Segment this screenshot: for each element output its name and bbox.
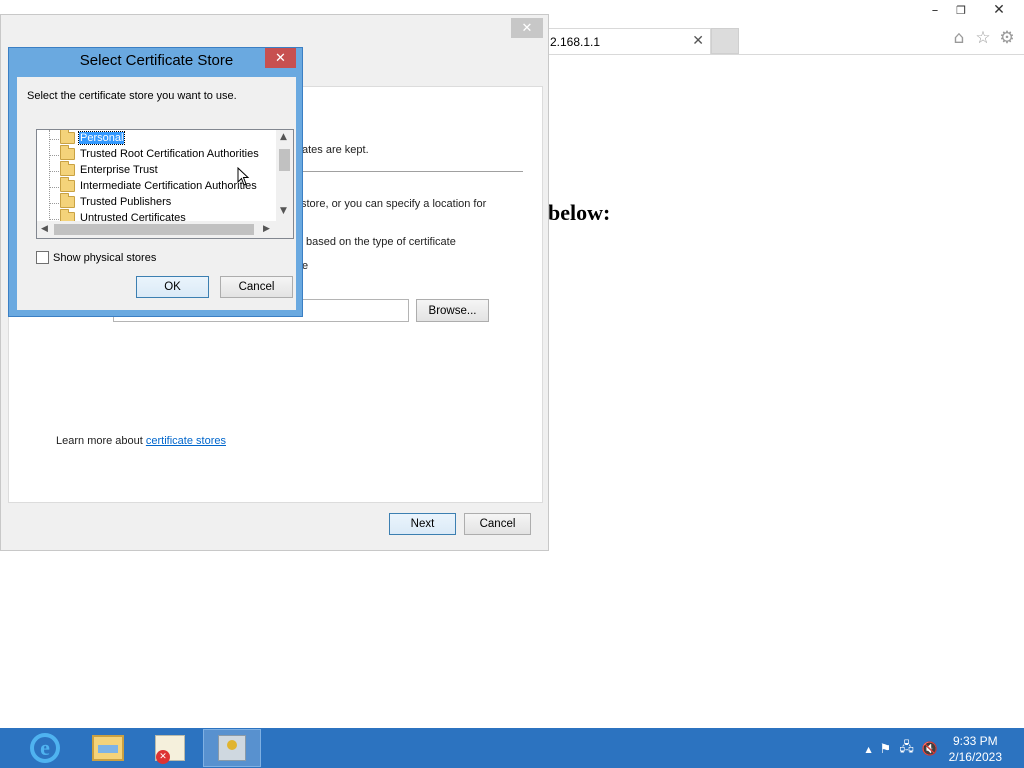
scroll-up-icon[interactable]: ▲: [280, 132, 287, 142]
dialog-body: Select the certificate store you want to…: [17, 77, 296, 310]
certificate-wizard-icon: [218, 735, 246, 761]
folder-icon: [60, 193, 75, 208]
certificate-store-tree[interactable]: Personal Trusted Root Certification Auth…: [36, 129, 294, 239]
folder-icon: [60, 145, 75, 160]
store-item-personal[interactable]: Personal: [37, 130, 277, 147]
store-label: Personal: [77, 131, 126, 145]
wizard-text-store: store, or you can specify a location for: [301, 198, 487, 210]
store-label: Intermediate Certification Authorities: [80, 180, 257, 192]
certificate-stores-link[interactable]: certificate stores: [146, 435, 226, 447]
wizard-divider: [293, 171, 523, 172]
volume-muted-icon[interactable]: 🔇: [922, 742, 938, 757]
wizard-text-type: based on the type of certificate: [306, 236, 456, 248]
internet-explorer-icon: e: [30, 733, 60, 763]
favorites-star-icon[interactable]: ☆: [974, 28, 992, 48]
store-label: Enterprise Trust: [80, 164, 158, 176]
tab-title: 2.168.1.1: [550, 34, 601, 49]
store-label: Trusted Publishers: [80, 196, 172, 208]
show-physical-stores-row: Show physical stores: [36, 251, 156, 264]
dialog-instruction: Select the certificate store you want to…: [27, 90, 237, 102]
horizontal-scroll-thumb[interactable]: [54, 224, 254, 235]
folder-icon: [60, 161, 75, 176]
chrome-divider: [545, 54, 1024, 55]
browser-tab[interactable]: 2.168.1.1 ✕: [545, 28, 711, 54]
dialog-cancel-button[interactable]: Cancel: [220, 276, 293, 298]
learn-more-prefix: Learn more about: [56, 435, 146, 447]
folder-icon: [60, 177, 75, 192]
show-physical-stores-label: Show physical stores: [53, 251, 157, 264]
learn-more-text: Learn more about certificate stores: [56, 435, 226, 447]
home-icon[interactable]: ⌂: [950, 28, 968, 48]
restore-button[interactable]: ❐: [944, 0, 978, 20]
clock-time: 9:33 PM: [952, 734, 998, 748]
taskbar-certificate-manager[interactable]: [141, 729, 199, 767]
vertical-scroll-thumb[interactable]: [279, 149, 290, 171]
system-tray: ▲ ⚑ 🖧 🔇: [866, 738, 939, 760]
scroll-down-icon[interactable]: ▼: [280, 206, 287, 216]
clock-date: 2/16/2023: [948, 750, 1002, 764]
file-explorer-icon: [92, 735, 124, 761]
show-hidden-icons-chevron-icon[interactable]: ▲: [866, 745, 872, 754]
taskbar-file-explorer[interactable]: [79, 729, 137, 767]
browse-button[interactable]: Browse...: [416, 299, 489, 322]
network-icon[interactable]: 🖧: [899, 738, 914, 760]
next-button[interactable]: Next: [389, 513, 456, 535]
tree-vertical-scrollbar[interactable]: ▲ ▼: [276, 130, 293, 222]
wizard-close-button[interactable]: ✕: [511, 18, 543, 38]
taskbar-clock[interactable]: 9:33 PM 2/16/2023: [949, 733, 1002, 765]
mouse-pointer-icon: [237, 167, 250, 186]
scroll-right-icon[interactable]: ▶: [263, 224, 270, 234]
scroll-left-icon[interactable]: ◀: [41, 224, 48, 234]
browser-close-button[interactable]: ✕: [982, 0, 1016, 20]
store-item-trusted-root[interactable]: Trusted Root Certification Authorities: [37, 145, 277, 163]
tab-close-icon[interactable]: ✕: [692, 33, 704, 49]
wizard-cancel-button[interactable]: Cancel: [464, 513, 531, 535]
store-item-trusted-publishers[interactable]: Trusted Publishers: [37, 193, 277, 211]
browser-window-controls: – ❐ ✕: [914, 0, 1024, 22]
dialog-close-button[interactable]: ✕: [265, 48, 296, 68]
dialog-title: Select Certificate Store: [79, 52, 234, 69]
ok-button[interactable]: OK: [136, 276, 209, 298]
folder-icon: [60, 130, 75, 144]
certificate-icon: [155, 735, 185, 764]
browser-toolbar: ⌂ ☆ ⚙: [950, 28, 1016, 48]
select-certificate-store-dialog: Select Certificate Store ✕ Select the ce…: [8, 47, 303, 317]
tree-horizontal-scrollbar[interactable]: ◀ ▶: [37, 221, 293, 238]
action-center-flag-icon[interactable]: ⚑: [880, 742, 892, 757]
show-physical-stores-checkbox[interactable]: [36, 251, 49, 264]
new-tab-button[interactable]: [711, 28, 739, 54]
taskbar-certificate-import-wizard[interactable]: [203, 729, 261, 767]
taskbar: e ▲ ⚑ 🖧 🔇 9:33 PM 2/16/2023: [0, 728, 1024, 768]
tools-gear-icon[interactable]: ⚙: [998, 28, 1016, 48]
page-heading: below:: [548, 200, 611, 225]
taskbar-internet-explorer[interactable]: e: [16, 729, 74, 767]
store-label: Trusted Root Certification Authorities: [80, 148, 259, 160]
